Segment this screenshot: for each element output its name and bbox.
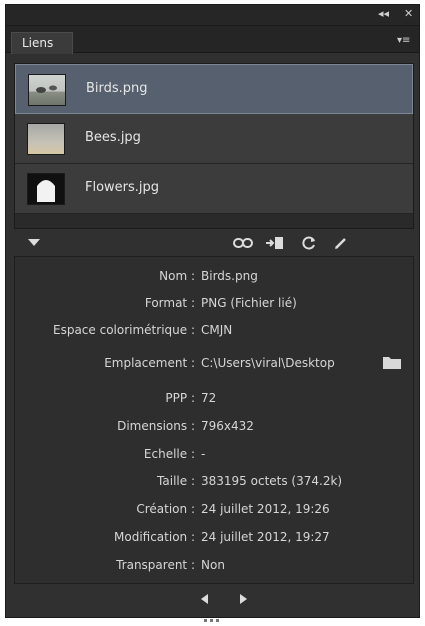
label-modification: Modification : xyxy=(114,530,195,544)
label-dimensions: Dimensions : xyxy=(117,419,195,433)
value-espace-colorimetrique: CMJN xyxy=(201,323,233,337)
label-format: Format : xyxy=(144,296,195,310)
previous-link-arrow-icon[interactable] xyxy=(196,590,214,608)
label-creation: Création : xyxy=(136,502,195,516)
links-toolbar xyxy=(6,229,419,257)
value-echelle: - xyxy=(201,447,206,461)
label-echelle: Echelle : xyxy=(143,447,195,461)
relink-chain-icon[interactable] xyxy=(232,234,254,252)
link-row-flowers[interactable]: Flowers.jpg xyxy=(15,164,413,214)
edit-original-pencil-icon[interactable] xyxy=(330,234,352,252)
thumbnail-birds xyxy=(28,74,66,106)
panel-menu-icon[interactable]: ▾≡ xyxy=(397,35,413,47)
show-info-triangle-icon[interactable] xyxy=(23,234,45,252)
value-creation: 24 juillet 2012, 19:26 xyxy=(201,502,330,516)
links-panel: ◂◂ ✕ Liens ▾≡ Birds.png Bees.jpg Flowers… xyxy=(5,4,420,622)
value-nom: Birds.png xyxy=(201,269,258,283)
value-dimensions: 796x432 xyxy=(201,419,254,433)
value-emplacement: C:\Users\viral\Desktop xyxy=(201,356,335,370)
value-modification: 24 juillet 2012, 19:27 xyxy=(201,530,330,544)
tab-liens[interactable]: Liens xyxy=(11,32,73,54)
value-format: PNG (Fichier lié) xyxy=(201,296,297,310)
label-nom: Nom : xyxy=(159,269,195,283)
close-panel-icon[interactable]: ✕ xyxy=(404,7,413,21)
label-ppp: PPP : xyxy=(165,391,195,405)
link-row-birds[interactable]: Birds.png xyxy=(15,64,413,114)
panel-title-bar: ◂◂ ✕ xyxy=(6,5,419,26)
label-espace-colorimetrique: Espace colorimétrique : xyxy=(53,323,195,337)
value-taille: 383195 octets (374.2k) xyxy=(201,474,343,488)
link-info-panel: Nom : Birds.png Format : PNG (Fichier li… xyxy=(14,256,414,584)
label-transparent: Transparent : xyxy=(116,558,195,572)
link-name: Flowers.jpg xyxy=(85,180,160,195)
tab-bar: Liens ▾≡ xyxy=(6,26,419,54)
thumbnail-bees xyxy=(27,123,65,155)
value-ppp: 72 xyxy=(201,391,217,405)
links-list: Birds.png Bees.jpg Flowers.jpg xyxy=(14,63,414,229)
go-to-link-icon[interactable] xyxy=(264,234,286,252)
label-taille: Taille : xyxy=(157,474,195,488)
label-emplacement: Emplacement : xyxy=(104,356,195,370)
link-row-bees[interactable]: Bees.jpg xyxy=(15,114,413,164)
folder-icon[interactable] xyxy=(383,354,401,373)
thumbnail-flowers xyxy=(27,173,65,205)
resize-grip[interactable] xyxy=(204,607,228,622)
next-link-arrow-icon[interactable] xyxy=(234,590,252,608)
value-transparent: Non xyxy=(201,558,225,572)
link-name: Bees.jpg xyxy=(85,130,141,145)
link-name: Birds.png xyxy=(86,81,148,96)
collapse-panel-icon[interactable]: ◂◂ xyxy=(378,7,389,21)
update-link-refresh-icon[interactable] xyxy=(298,234,320,252)
